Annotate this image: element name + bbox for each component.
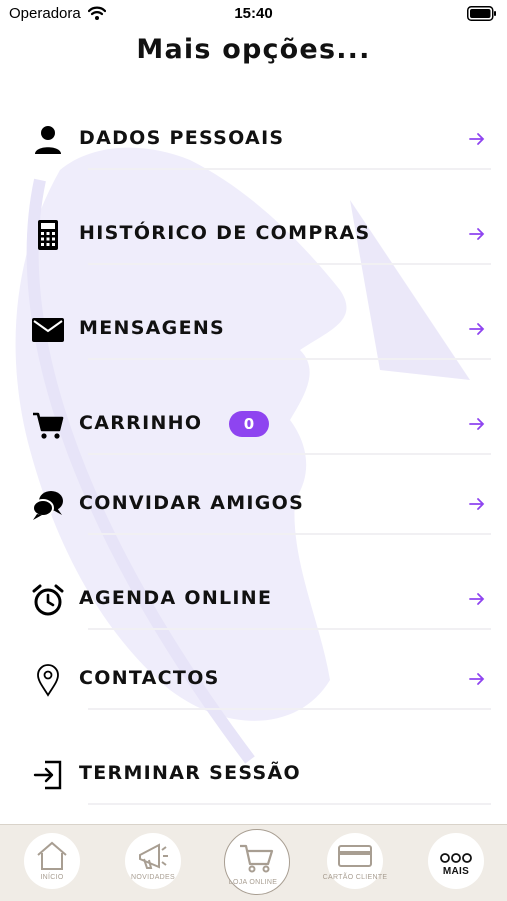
menu-item-label: MENSAGENS [79, 317, 226, 339]
home-icon [37, 841, 67, 870]
bottom-tab-bar: INÍCIO NOVIDADES LOJA ONLINE CARTÃO CLIE… [0, 824, 507, 901]
calculator-icon [30, 217, 66, 253]
cart-icon [240, 844, 274, 873]
page-title: Mais opções... [136, 34, 371, 65]
tab-label: INÍCIO [40, 874, 64, 881]
chat-bubbles-icon [30, 487, 66, 523]
divider [88, 708, 491, 710]
menu-item-label: CONTACTOS [79, 667, 220, 689]
menu-item-agenda-online[interactable]: AGENDA ONLINE [0, 568, 507, 630]
logout-icon [30, 757, 66, 793]
divider [88, 168, 491, 170]
status-bar: Operadora 15:40 [0, 0, 507, 30]
menu-item-contactos[interactable]: CONTACTOS [0, 648, 507, 710]
cart-count-badge: 0 [229, 411, 269, 437]
tab-label: NOVIDADES [131, 874, 175, 881]
tab-label: LOJA ONLINE [228, 879, 278, 886]
menu-item-label: HISTÓRICO DE COMPRAS [79, 222, 371, 244]
tab-inicio[interactable]: INÍCIO [24, 833, 80, 889]
divider [88, 533, 491, 535]
menu-item-convidar-amigos[interactable]: CONVIDAR AMIGOS [0, 473, 507, 535]
arrow-right-icon [469, 323, 485, 335]
menu-item-label: AGENDA ONLINE [79, 587, 273, 609]
tab-label: CARTÃO CLIENTE [322, 874, 388, 881]
megaphone-icon [139, 843, 168, 869]
cart-icon [30, 407, 66, 443]
divider [88, 358, 491, 360]
menu-item-carrinho[interactable]: CARRINHO 0 [0, 393, 507, 455]
menu-item-label: DADOS PESSOAIS [79, 127, 285, 149]
menu-item-dados-pessoais[interactable]: DADOS PESSOAIS [0, 108, 507, 170]
alarm-clock-icon [30, 582, 66, 618]
menu-item-terminar-sessao[interactable]: TERMINAR SESSÃO [0, 743, 507, 805]
battery-icon [467, 6, 496, 21]
location-pin-icon [30, 662, 66, 698]
arrow-right-icon [469, 673, 485, 685]
tab-cartao-cliente[interactable]: CARTÃO CLIENTE [323, 833, 387, 889]
status-time: 15:40 [234, 5, 273, 22]
tab-novidades[interactable]: NOVIDADES [125, 833, 181, 889]
person-icon [30, 122, 66, 158]
divider [88, 453, 491, 455]
tab-loja-online[interactable]: LOJA ONLINE [224, 829, 290, 895]
arrow-right-icon [469, 593, 485, 605]
tab-mais[interactable]: MAIS [428, 833, 484, 889]
menu-item-label: TERMINAR SESSÃO [79, 762, 301, 784]
divider [88, 263, 491, 265]
menu-item-label: CONVIDAR AMIGOS [79, 492, 305, 514]
envelope-icon [30, 312, 66, 348]
menu-item-mensagens[interactable]: MENSAGENS [0, 298, 507, 360]
arrow-right-icon [469, 133, 485, 145]
arrow-right-icon [469, 498, 485, 510]
arrow-right-icon [469, 228, 485, 240]
menu-item-label: CARRINHO [79, 412, 203, 434]
arrow-right-icon [469, 418, 485, 430]
tab-label: MAIS [442, 866, 470, 877]
card-icon [338, 845, 372, 867]
divider [88, 803, 491, 805]
divider [88, 628, 491, 630]
menu-item-historico-compras[interactable]: HISTÓRICO DE COMPRAS [0, 203, 507, 265]
